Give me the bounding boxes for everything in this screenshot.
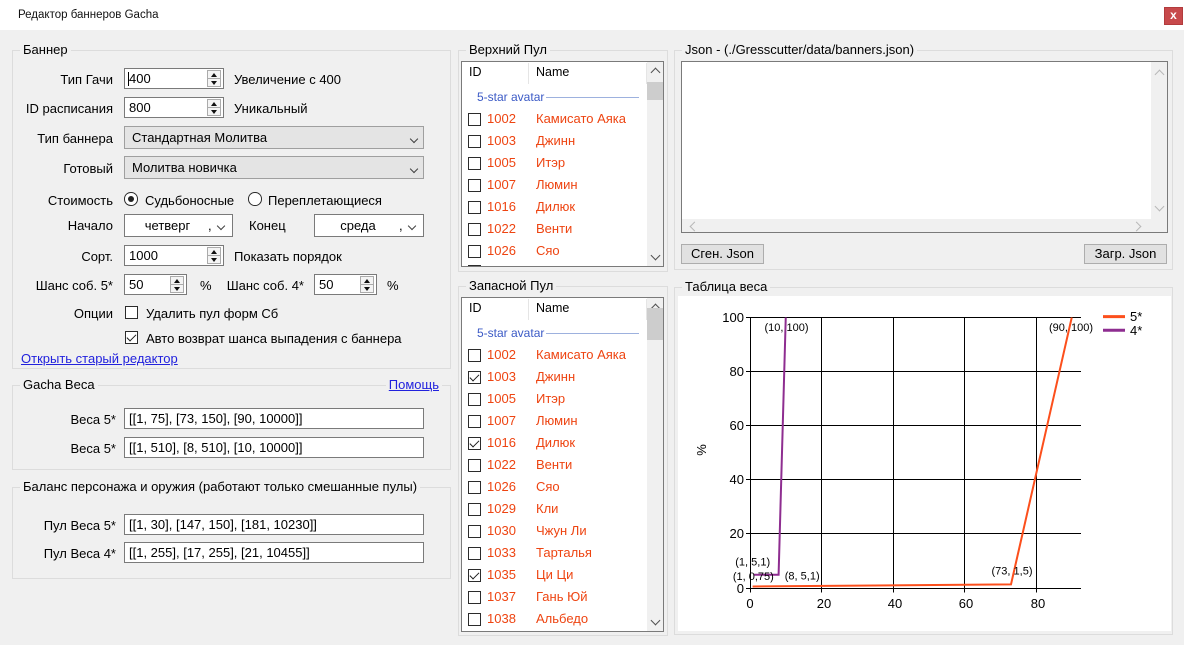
svg-text:60: 60 <box>730 418 744 433</box>
svg-text:80: 80 <box>1031 596 1045 611</box>
svg-text:20: 20 <box>817 596 831 611</box>
svg-text:(8, 5,1): (8, 5,1) <box>785 571 820 583</box>
svg-text:60: 60 <box>959 596 973 611</box>
svg-text:100: 100 <box>722 310 744 325</box>
svg-text:%: % <box>694 444 709 456</box>
svg-text:(90, 100): (90, 100) <box>1049 322 1093 334</box>
svg-text:(1, 5,1): (1, 5,1) <box>735 557 770 569</box>
svg-text:20: 20 <box>730 526 744 541</box>
svg-text:(1, 0,75): (1, 0,75) <box>733 571 774 583</box>
svg-text:80: 80 <box>730 364 744 379</box>
svg-text:40: 40 <box>730 472 744 487</box>
svg-text:0: 0 <box>737 581 744 596</box>
svg-text:0: 0 <box>746 596 753 611</box>
svg-text:4*: 4* <box>1130 323 1142 338</box>
svg-text:(10, 100): (10, 100) <box>764 322 808 334</box>
svg-text:5*: 5* <box>1130 309 1142 324</box>
svg-text:(73, 1,5): (73, 1,5) <box>992 566 1033 578</box>
svg-text:40: 40 <box>888 596 902 611</box>
